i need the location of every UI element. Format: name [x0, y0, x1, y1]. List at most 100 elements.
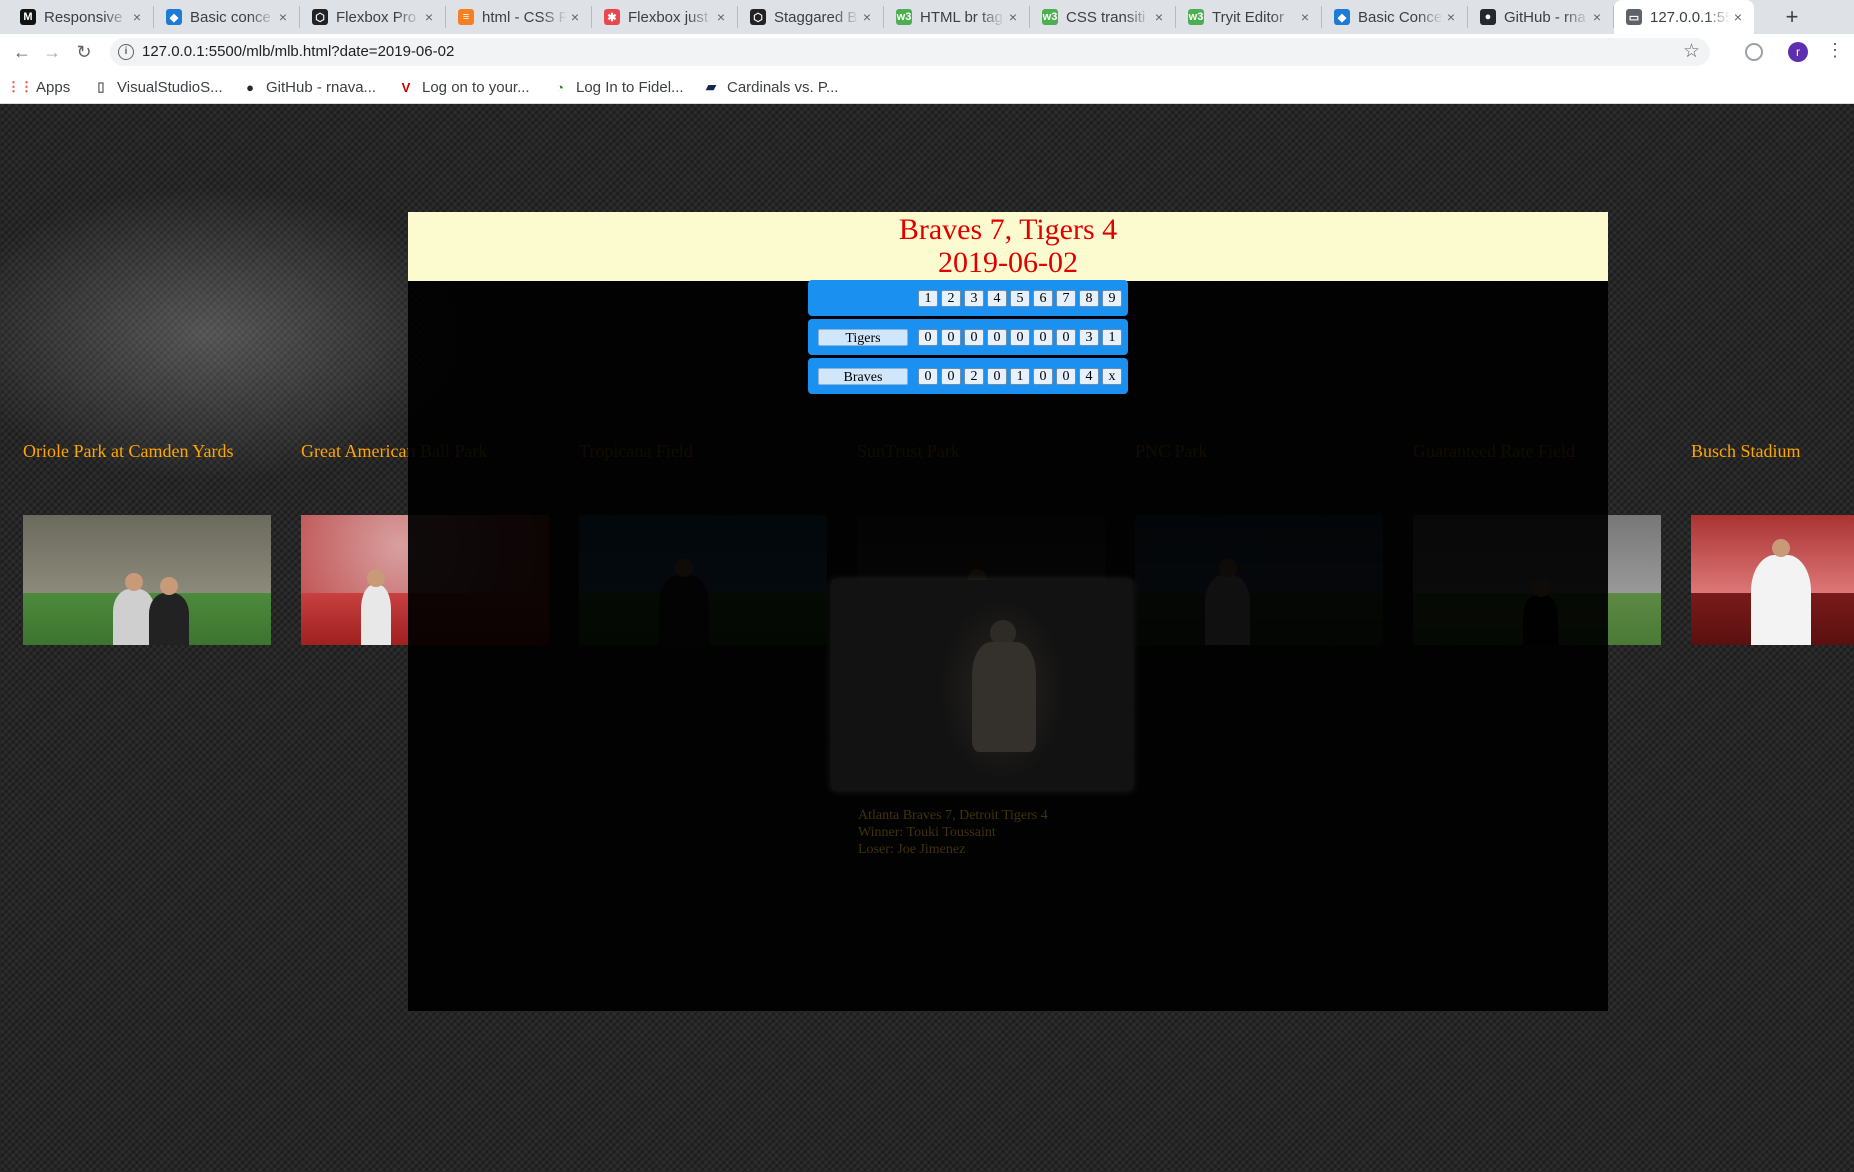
team-score-row: Tigers 0 0 0 0 0 0 0 3 1	[808, 319, 1128, 355]
close-tab-icon[interactable]: ×	[1297, 9, 1313, 25]
ballpark-card[interactable]: Busch Stadium	[1691, 437, 1854, 645]
bookmark-item[interactable]: V Log on to your...	[398, 70, 530, 104]
inning-runs: 1	[1010, 368, 1030, 385]
player-figure	[149, 593, 189, 645]
browser-tab[interactable]: ⬡ Staggared B ×	[738, 6, 884, 28]
game-date: 2019-06-02	[938, 246, 1078, 279]
browser-tab[interactable]: ▭ 127.0.0.1:55 ×	[1614, 0, 1754, 34]
back-arrow-icon[interactable]: ←	[10, 40, 34, 64]
bookmark-label: Log on to your...	[422, 78, 530, 96]
winner-line: Winner: Touki Toussaint	[858, 825, 996, 840]
extension-icon[interactable]	[1745, 43, 1763, 61]
site-info-icon[interactable]: i	[118, 44, 134, 60]
bookmark-label: GitHub - rnava...	[266, 78, 377, 96]
tab-title: 127.0.0.1:55	[1650, 8, 1730, 26]
inning-runs: 0	[1010, 329, 1030, 346]
browser-tab[interactable]: M Responsive ×	[8, 6, 154, 28]
github-icon: ●	[1480, 9, 1496, 25]
inning-number: 7	[1056, 290, 1076, 307]
player-figure	[1751, 555, 1811, 645]
close-tab-icon[interactable]: ×	[713, 9, 729, 25]
close-tab-icon[interactable]: ×	[567, 9, 583, 25]
apps-grid-icon: ⋮⋮	[7, 79, 33, 94]
browser-tab[interactable]: ⬡ Flexbox Pro ×	[300, 6, 446, 28]
address-bar[interactable]: i 127.0.0.1:5500/mlb/mlb.html?date=2019-…	[110, 38, 1710, 66]
browser-tab[interactable]: w3 Tryit Editor ×	[1176, 6, 1322, 28]
w3schools-icon: w3	[1188, 9, 1204, 25]
close-tab-icon[interactable]: ×	[1151, 9, 1167, 25]
bookmark-item[interactable]: ⋮⋮ Apps	[7, 70, 70, 104]
close-tab-icon[interactable]: ×	[859, 9, 875, 25]
tab-strip: M Responsive × ◆ Basic conce × ⬡ Flexbox Pro × ≡ h…	[0, 0, 1854, 34]
tab-title: GitHub - rna	[1504, 8, 1586, 26]
inning-number: 8	[1079, 290, 1099, 307]
bookmark-item[interactable]: ▯ VisualStudioS...	[93, 70, 223, 104]
browser-tab[interactable]: ✱ Flexbox just ×	[592, 6, 738, 28]
ballpark-name[interactable]: Busch Stadium	[1691, 437, 1854, 465]
bookmark-label: Cardinals vs. P...	[727, 78, 839, 96]
inning-runs: 1	[1102, 329, 1122, 346]
inning-runs: 0	[1033, 368, 1053, 385]
tab-title: Tryit Editor	[1212, 8, 1284, 26]
inning-runs: 0	[941, 368, 961, 385]
browser-tab[interactable]: w3 CSS transiti ×	[1030, 6, 1176, 28]
reload-icon[interactable]: ↻	[72, 40, 96, 64]
new-tab-button[interactable]: +	[1778, 4, 1806, 30]
inning-number: 4	[987, 290, 1007, 307]
close-tab-icon[interactable]: ×	[1730, 9, 1746, 25]
w3schools-icon: w3	[896, 9, 912, 25]
game-headline: Braves 7, Tigers 4	[898, 213, 1118, 246]
game-detail-overlay: Braves 7, Tigers 4 2019-06-02 123456789T…	[408, 212, 1608, 1011]
game-summary: Atlanta Braves 7, Detroit Tigers 4 Winne…	[858, 807, 1048, 858]
profile-avatar[interactable]: r	[1788, 42, 1808, 62]
kebab-menu-icon[interactable]: ⋮	[1826, 40, 1844, 61]
github-icon: ●	[246, 79, 254, 95]
close-tab-icon[interactable]: ×	[1005, 9, 1021, 25]
tab-title: Staggared B	[774, 8, 858, 26]
ballpark-photo[interactable]	[23, 515, 271, 645]
tab-title: html - CSS Fl	[482, 8, 567, 26]
close-tab-icon[interactable]: ×	[421, 9, 437, 25]
player-figure	[361, 585, 391, 645]
ballpark-photo[interactable]	[1691, 515, 1854, 645]
codepen-icon: ⬡	[312, 9, 328, 25]
browser-tab[interactable]: ◆ Basic Conce ×	[1322, 6, 1468, 28]
player-head	[1772, 539, 1790, 557]
linescore: 1 2 3 4 5 6 7 8 9 Tigers 0 0 0 0 0 0 0 3 1 Braves 0 0 2 0 1 0 0 4 x	[808, 280, 1128, 397]
player-head	[367, 569, 385, 587]
photo-background	[23, 515, 271, 593]
close-tab-icon[interactable]: ×	[1443, 9, 1459, 25]
inning-runs: 0	[964, 329, 984, 346]
team-name: Tigers	[818, 329, 908, 346]
inning-number: 5	[1010, 290, 1030, 307]
browser-tab[interactable]: ● GitHub - rna ×	[1468, 6, 1614, 28]
inning-runs: x	[1102, 368, 1122, 385]
bookmark-item[interactable]: ● GitHub - rnava...	[242, 70, 376, 104]
inning-runs: 3	[1079, 329, 1099, 346]
browser-tab[interactable]: ◆ Basic conce ×	[154, 6, 300, 28]
tab-title: HTML br tag	[920, 8, 1003, 26]
browser-tab[interactable]: w3 HTML br tag ×	[884, 6, 1030, 28]
close-tab-icon[interactable]: ×	[1589, 9, 1605, 25]
summary-line: Atlanta Braves 7, Detroit Tigers 4	[858, 808, 1048, 823]
close-tab-icon[interactable]: ×	[129, 9, 145, 25]
ballpark-card[interactable]: Oriole Park at Camden Yards	[23, 437, 271, 645]
page-icon: ▯	[97, 79, 105, 94]
bookmark-item[interactable]: ▰ Cardinals vs. P...	[703, 70, 838, 104]
inning-number: 6	[1033, 290, 1053, 307]
mdn-icon: ◆	[166, 9, 182, 25]
v-icon: V	[401, 79, 411, 95]
bookmark-star-icon[interactable]: ☆	[1683, 40, 1700, 63]
forward-arrow-icon[interactable]: →	[40, 40, 64, 64]
close-tab-icon[interactable]: ×	[275, 9, 291, 25]
game-photo	[832, 580, 1132, 790]
ballpark-name[interactable]: Oriole Park at Camden Yards	[23, 437, 271, 465]
inning-runs: 0	[1056, 368, 1076, 385]
bookmark-item[interactable]: ◔ Log In to Fidel...	[552, 70, 684, 104]
player-head	[160, 577, 178, 595]
browser-tab[interactable]: ≡ html - CSS Fl ×	[446, 6, 592, 28]
csstricks-icon: ✱	[604, 9, 620, 25]
url-text[interactable]: 127.0.0.1:5500/mlb/mlb.html?date=2019-06…	[142, 43, 454, 60]
tab-title: CSS transiti	[1066, 8, 1146, 26]
bookmark-label: VisualStudioS...	[117, 78, 223, 96]
